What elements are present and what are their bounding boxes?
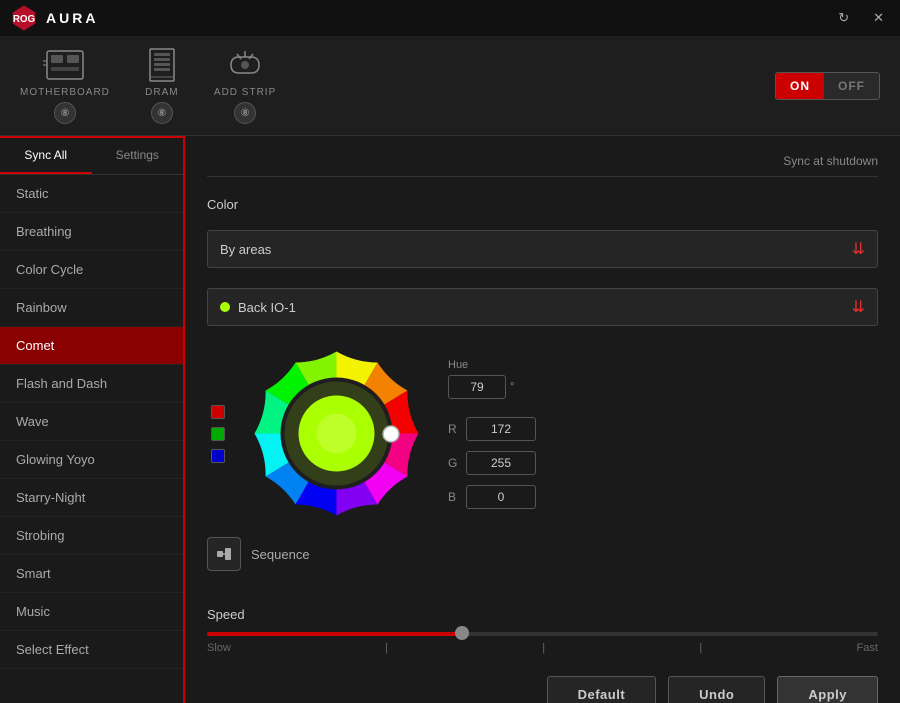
add-strip-icon	[223, 47, 267, 83]
effect-static[interactable]: Static	[0, 175, 183, 213]
area-selector-arrow: ⇊	[852, 297, 865, 317]
effect-music[interactable]: Music	[0, 593, 183, 631]
sequence-label: Sequence	[251, 547, 310, 562]
undo-button[interactable]: Undo	[668, 676, 765, 703]
slow-label: Slow	[207, 642, 231, 654]
area-selector-dropdown[interactable]: Back IO-1 ⇊	[207, 288, 878, 326]
add-strip-label: ADD STRIP	[214, 87, 276, 98]
device-motherboard[interactable]: MOTHERBOARD ⑧	[20, 47, 110, 124]
motherboard-badge: ⑧	[54, 102, 76, 124]
add-strip-badge: ⑧	[234, 102, 256, 124]
effect-smart[interactable]: Smart	[0, 555, 183, 593]
motherboard-label: MOTHERBOARD	[20, 87, 110, 98]
sequence-row: Sequence	[207, 537, 878, 571]
bottom-buttons: Default Undo Apply	[207, 666, 878, 703]
hue-input-row: °	[448, 375, 536, 399]
tick3: |	[699, 642, 702, 654]
b-input[interactable]	[466, 485, 536, 509]
speed-labels: Slow | | | Fast	[207, 642, 878, 654]
speed-section: Speed Slow | | | Fast	[207, 607, 878, 654]
hue-selector-handle[interactable]	[383, 426, 399, 442]
tick2: |	[542, 642, 545, 654]
b-label: B	[448, 490, 458, 504]
refresh-button[interactable]: ↻	[832, 8, 855, 28]
color-swatches	[211, 405, 225, 463]
effect-rainbow[interactable]: Rainbow	[0, 289, 183, 327]
toggle-off-button[interactable]: OFF	[824, 73, 879, 99]
effect-comet[interactable]: Comet	[0, 327, 183, 365]
content-panel: Sync at shutdown Color By areas ⇊ Back I…	[185, 136, 900, 703]
speed-label: Speed	[207, 607, 878, 622]
effect-breathing[interactable]: Breathing	[0, 213, 183, 251]
titlebar-left: ROG AURA	[10, 4, 98, 32]
onoff-toggle: ON OFF	[775, 72, 880, 100]
b-row: B	[448, 485, 536, 509]
g-row: G	[448, 451, 536, 475]
area-dot	[220, 302, 230, 312]
effect-wave[interactable]: Wave	[0, 403, 183, 441]
device-dram[interactable]: DRAM ⑧	[140, 47, 184, 124]
g-input[interactable]	[466, 451, 536, 475]
effect-glowing-yoyo[interactable]: Glowing Yoyo	[0, 441, 183, 479]
tick1: |	[385, 642, 388, 654]
motherboard-icon	[43, 47, 87, 83]
color-picker-section: Hue ° R G B	[207, 346, 878, 521]
effect-list: Static Breathing Color Cycle Rainbow Com…	[0, 175, 183, 703]
main-area: Sync All Settings Static Breathing Color…	[0, 136, 900, 703]
rgb-inputs: Hue ° R G B	[448, 359, 536, 509]
tab-sync-all[interactable]: Sync All	[0, 138, 92, 174]
hue-input[interactable]	[448, 375, 506, 399]
devices-list: MOTHERBOARD ⑧ DRAM ⑧	[20, 47, 276, 124]
rog-logo-icon: ROG	[10, 4, 38, 32]
titlebar-controls: ↻ ✕	[832, 8, 890, 28]
effect-color-cycle[interactable]: Color Cycle	[0, 251, 183, 289]
speed-slider-container	[207, 632, 878, 636]
default-button[interactable]: Default	[547, 676, 657, 703]
effect-strobing[interactable]: Strobing	[0, 517, 183, 555]
areas-dropdown-value: By areas	[220, 242, 271, 257]
sidebar: Sync All Settings Static Breathing Color…	[0, 136, 185, 703]
degree-symbol: °	[510, 381, 514, 393]
device-bar: MOTHERBOARD ⑧ DRAM ⑧	[0, 36, 900, 136]
close-button[interactable]: ✕	[867, 8, 890, 28]
tab-sync-at-shutdown[interactable]: Sync at shutdown	[783, 154, 878, 168]
dram-icon	[140, 47, 184, 83]
toggle-on-button[interactable]: ON	[776, 73, 824, 99]
speed-track[interactable]	[207, 632, 878, 636]
r-input[interactable]	[466, 417, 536, 441]
dram-label: DRAM	[145, 87, 178, 98]
apply-button[interactable]: Apply	[777, 676, 878, 703]
speed-thumb[interactable]	[455, 626, 469, 640]
tab-settings[interactable]: Settings	[92, 138, 184, 174]
hue-section: Hue °	[448, 359, 536, 399]
sequence-button[interactable]	[207, 537, 241, 571]
dram-badge: ⑧	[151, 102, 173, 124]
color-wheel-svg	[249, 346, 424, 521]
effect-flash-and-dash[interactable]: Flash and Dash	[0, 365, 183, 403]
areas-dropdown[interactable]: By areas ⇊	[207, 230, 878, 268]
swatch-green[interactable]	[211, 427, 225, 441]
app-title: AURA	[46, 10, 98, 26]
r-row: R	[448, 417, 536, 441]
speed-fill	[207, 632, 462, 636]
effect-select-effect[interactable]: Select Effect	[0, 631, 183, 669]
titlebar: ROG AURA ↻ ✕	[0, 0, 900, 36]
tabs-header: Sync All Settings	[0, 138, 183, 175]
effect-starry-night[interactable]: Starry-Night	[0, 479, 183, 517]
svg-text:ROG: ROG	[13, 14, 36, 25]
hue-label: Hue	[448, 359, 536, 371]
swatch-red[interactable]	[211, 405, 225, 419]
r-label: R	[448, 422, 458, 436]
area-selector-value: Back IO-1	[238, 300, 296, 315]
color-section-label: Color	[207, 197, 878, 212]
swatch-blue[interactable]	[211, 449, 225, 463]
color-wheel-container[interactable]	[249, 346, 424, 521]
fast-label: Fast	[857, 642, 878, 654]
areas-dropdown-arrow: ⇊	[852, 239, 865, 259]
device-add-strip[interactable]: ADD STRIP ⑧	[214, 47, 276, 124]
g-label: G	[448, 456, 458, 470]
